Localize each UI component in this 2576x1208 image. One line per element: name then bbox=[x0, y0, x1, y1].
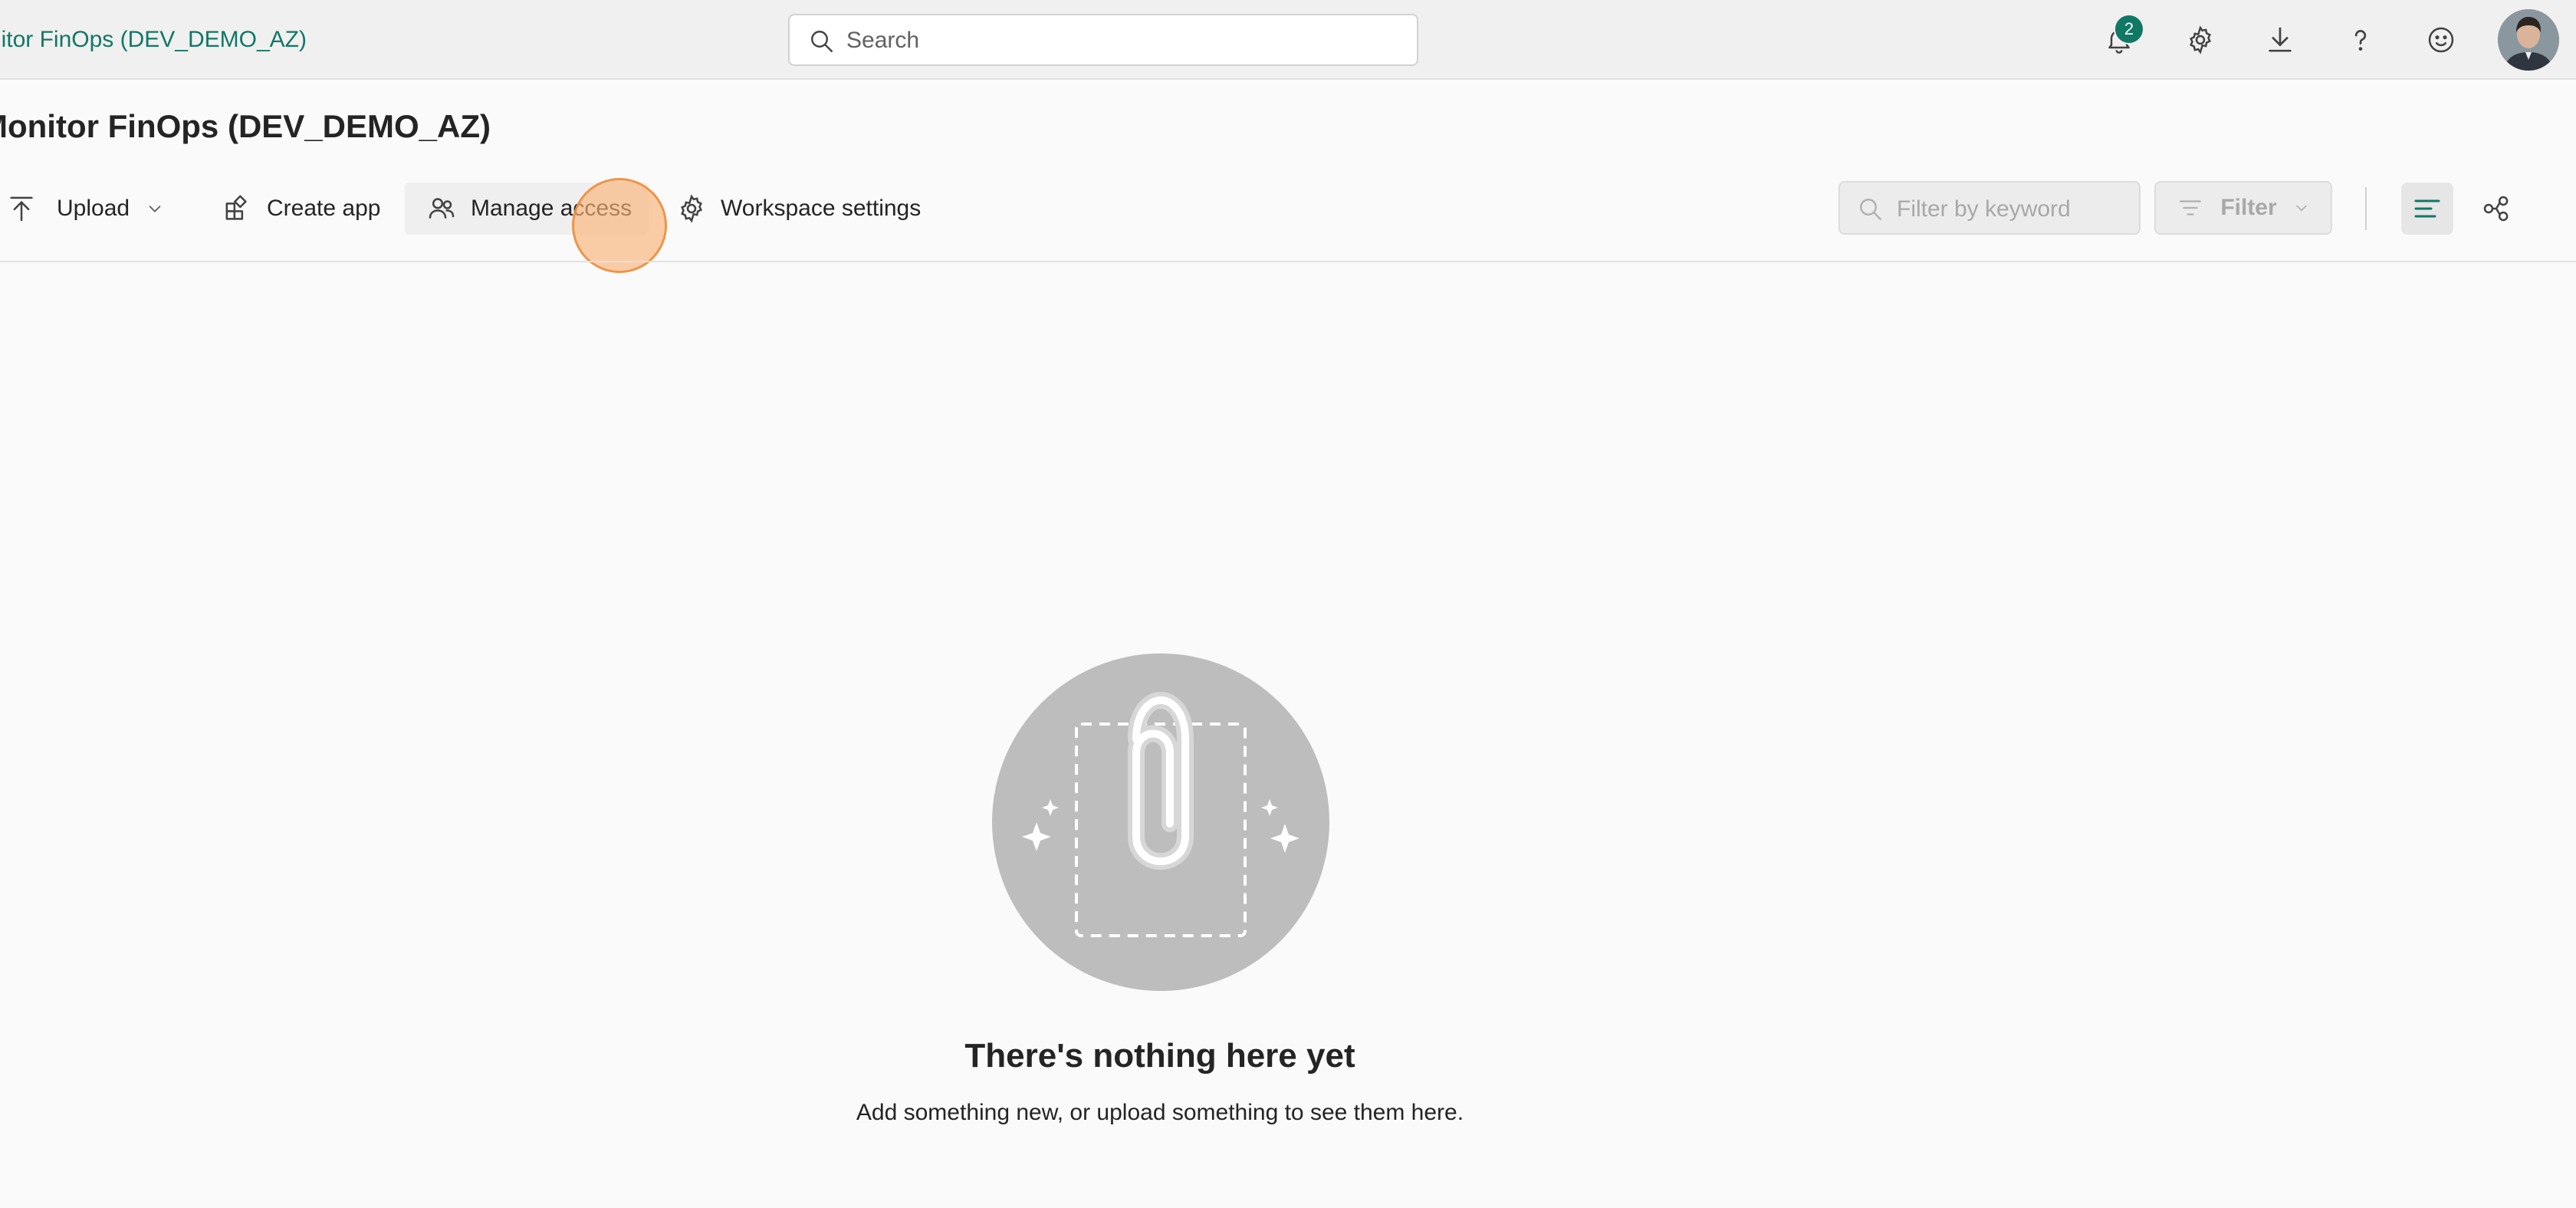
gear-icon bbox=[2185, 25, 2216, 55]
settings-button[interactable] bbox=[2179, 18, 2222, 61]
app-icon bbox=[222, 193, 253, 224]
gear-icon bbox=[676, 193, 707, 224]
page-title-text: Monitor FinOps (DEV_DEMO_AZ) bbox=[0, 108, 491, 144]
create-app-button[interactable]: Create app bbox=[215, 183, 393, 235]
search-input[interactable] bbox=[845, 21, 1385, 60]
filter-label: Filter bbox=[2220, 195, 2277, 220]
click-highlight bbox=[572, 178, 667, 273]
page-title: Monitor FinOps (DEV_DEMO_AZ) bbox=[0, 100, 491, 153]
search-icon bbox=[1857, 196, 1884, 223]
avatar[interactable] bbox=[2498, 9, 2559, 71]
breadcrumb-label[interactable]: Monitor FinOps (DEV_DEMO_AZ) bbox=[0, 27, 307, 52]
filter-icon bbox=[2177, 195, 2203, 221]
empty-state-subtitle: Add something new, or upload something t… bbox=[856, 1100, 1464, 1125]
header-divider bbox=[0, 261, 2576, 262]
feedback-button[interactable] bbox=[2420, 18, 2463, 61]
breadcrumb-workspace[interactable]: Monitor FinOps (DEV_DEMO_AZ) bbox=[0, 21, 307, 58]
top-bar: Monitor FinOps (DEV_DEMO_AZ) 2 bbox=[0, 0, 2576, 80]
download-icon bbox=[2265, 25, 2295, 55]
lineage-view-button[interactable] bbox=[2470, 183, 2522, 235]
empty-state-title: There's nothing here yet bbox=[964, 1037, 1355, 1075]
upload-label: Upload bbox=[57, 196, 130, 221]
help-button[interactable] bbox=[2339, 18, 2382, 61]
workspace-settings-button[interactable]: Workspace settings bbox=[675, 183, 940, 235]
list-view-icon bbox=[2412, 193, 2443, 224]
create-app-label: Create app bbox=[267, 196, 381, 221]
list-view-button[interactable] bbox=[2401, 183, 2453, 235]
upload-button[interactable]: Upload bbox=[0, 183, 181, 235]
help-icon bbox=[2345, 25, 2376, 55]
download-button[interactable] bbox=[2259, 18, 2302, 61]
filter-button[interactable]: Filter bbox=[2154, 181, 2332, 235]
filter-keyword-box[interactable] bbox=[1838, 181, 2141, 235]
people-icon bbox=[426, 193, 457, 224]
empty-state-illustration bbox=[992, 653, 1329, 991]
toolbar-divider bbox=[2365, 187, 2367, 230]
search-box[interactable] bbox=[788, 14, 1418, 66]
upload-icon bbox=[6, 193, 37, 224]
chevron-down-icon bbox=[2294, 200, 2309, 216]
smiley-icon bbox=[2426, 25, 2456, 55]
workspace-settings-label: Workspace settings bbox=[721, 196, 922, 221]
chevron-down-icon[interactable] bbox=[146, 200, 163, 217]
lineage-icon bbox=[2481, 193, 2512, 224]
filter-keyword-input[interactable] bbox=[1895, 190, 2128, 229]
notification-count-badge: 2 bbox=[2114, 14, 2144, 44]
search-icon bbox=[808, 28, 836, 55]
